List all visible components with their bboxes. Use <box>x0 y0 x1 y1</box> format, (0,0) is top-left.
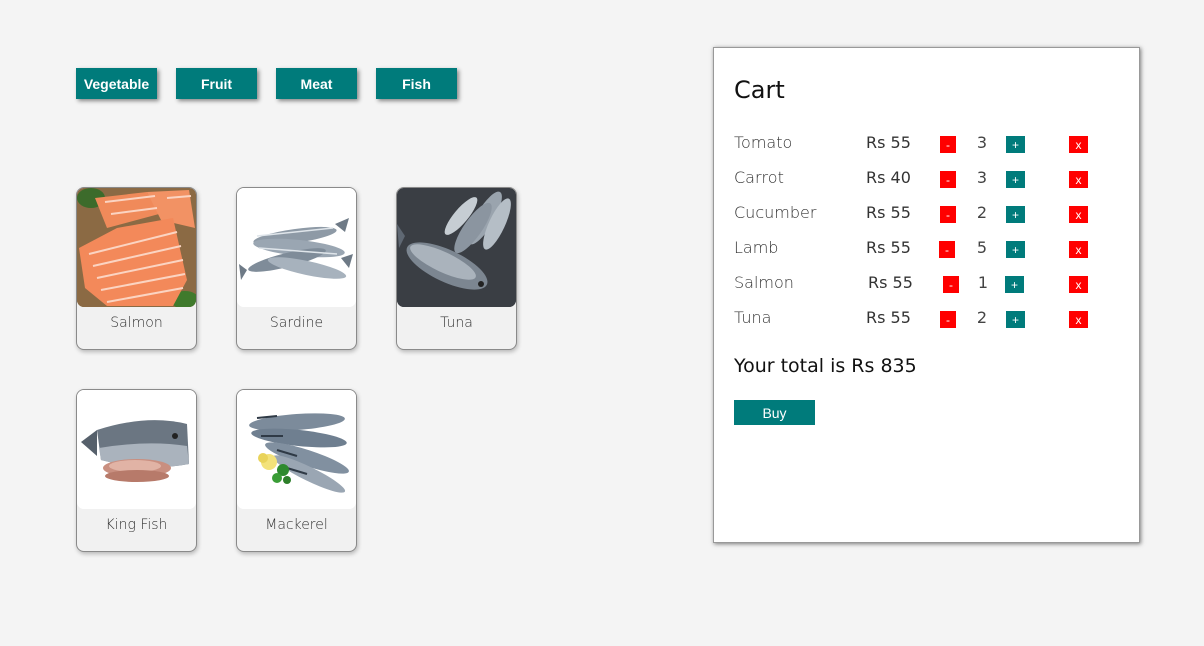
category-fish-button[interactable]: Fish <box>376 68 457 99</box>
cart-item-price: Rs 55 <box>866 308 911 327</box>
increase-qty-button[interactable]: + <box>1006 241 1025 258</box>
cart-row-carrot: Carrot Rs 40 - 3 + x <box>714 168 1139 190</box>
cart-row-salmon: Salmon Rs 55 - 1 + x <box>714 273 1139 295</box>
decrease-qty-button[interactable]: - <box>940 206 956 223</box>
cart-item-name: Lamb <box>734 238 779 257</box>
cart-item-price: Rs 55 <box>866 238 911 257</box>
cart-item-qty: 3 <box>976 168 988 187</box>
cart-panel: Cart Tomato Rs 55 - 3 + x Carrot Rs 40 -… <box>713 47 1140 543</box>
cart-item-qty: 2 <box>976 203 988 222</box>
cart-row-cucumber: Cucumber Rs 55 - 2 + x <box>714 203 1139 225</box>
product-card-sardine[interactable]: Sardine <box>236 187 357 350</box>
cart-item-name: Tuna <box>734 308 772 327</box>
decrease-qty-button[interactable]: - <box>940 311 956 328</box>
cart-item-name: Cucumber <box>734 203 817 222</box>
category-meat-button[interactable]: Meat <box>276 68 357 99</box>
cart-item-price: Rs 55 <box>866 133 911 152</box>
remove-item-button[interactable]: x <box>1069 136 1088 153</box>
category-fruit-button[interactable]: Fruit <box>176 68 257 99</box>
remove-item-button[interactable]: x <box>1069 241 1088 258</box>
cart-item-qty: 2 <box>976 308 988 327</box>
cart-row-lamb: Lamb Rs 55 - 5 + x <box>714 238 1139 260</box>
cart-item-name: Salmon <box>734 273 794 292</box>
product-card-king-fish[interactable]: King Fish <box>76 389 197 552</box>
remove-item-button[interactable]: x <box>1069 276 1088 293</box>
decrease-qty-button[interactable]: - <box>940 136 956 153</box>
cart-row-tuna: Tuna Rs 55 - 2 + x <box>714 308 1139 330</box>
increase-qty-button[interactable]: + <box>1006 136 1025 153</box>
remove-item-button[interactable]: x <box>1069 311 1088 328</box>
remove-item-button[interactable]: x <box>1069 171 1088 188</box>
decrease-qty-button[interactable]: - <box>943 276 959 293</box>
increase-qty-button[interactable]: + <box>1006 206 1025 223</box>
category-vegetable-button[interactable]: Vegetable <box>76 68 157 99</box>
cart-item-name: Tomato <box>734 133 793 152</box>
sardine-image <box>237 188 356 307</box>
product-card-tuna[interactable]: Tuna <box>396 187 517 350</box>
cart-item-price: Rs 55 <box>868 273 913 292</box>
cart-item-price: Rs 55 <box>866 203 911 222</box>
product-card-mackerel[interactable]: Mackerel <box>236 389 357 552</box>
decrease-qty-button[interactable]: - <box>939 241 955 258</box>
king-fish-image <box>77 390 196 509</box>
cart-item-qty: 3 <box>976 133 988 152</box>
salmon-image <box>77 188 196 307</box>
product-name: King Fish <box>105 517 168 533</box>
product-name: Mackerel <box>265 517 328 533</box>
cart-item-name: Carrot <box>734 168 784 187</box>
remove-item-button[interactable]: x <box>1069 206 1088 223</box>
increase-qty-button[interactable]: + <box>1005 276 1024 293</box>
cart-item-qty: 5 <box>976 238 988 257</box>
product-name: Tuna <box>440 315 473 331</box>
increase-qty-button[interactable]: + <box>1006 171 1025 188</box>
cart-total: Your total is Rs 835 <box>734 355 917 377</box>
buy-button[interactable]: Buy <box>734 400 815 425</box>
product-name: Salmon <box>110 315 163 331</box>
mackerel-image <box>237 390 356 509</box>
cart-title: Cart <box>734 76 785 104</box>
cart-item-qty: 1 <box>977 273 989 292</box>
product-name: Sardine <box>269 315 324 331</box>
tuna-image <box>397 188 516 307</box>
cart-item-price: Rs 40 <box>866 168 911 187</box>
decrease-qty-button[interactable]: - <box>940 171 956 188</box>
product-card-salmon[interactable]: Salmon <box>76 187 197 350</box>
increase-qty-button[interactable]: + <box>1006 311 1025 328</box>
cart-row-tomato: Tomato Rs 55 - 3 + x <box>714 133 1139 155</box>
